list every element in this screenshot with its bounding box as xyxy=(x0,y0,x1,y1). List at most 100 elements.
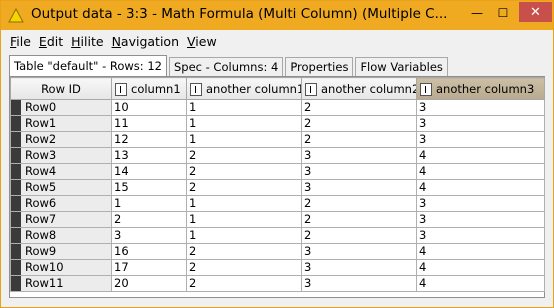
header-another-column3[interactable]: another column3 xyxy=(416,77,545,100)
table-cell: 2 xyxy=(186,275,302,292)
close-button[interactable]: ✕ xyxy=(519,2,552,22)
row-id-cell: Row7 xyxy=(10,211,112,228)
table-cell: 2 xyxy=(111,211,187,228)
table-cell: 3 xyxy=(301,243,417,260)
table-cell: 2 xyxy=(301,115,417,132)
table-cell: 3 xyxy=(416,195,545,212)
row-id-cell: Row0 xyxy=(10,99,112,116)
table-cell: 3 xyxy=(301,275,417,292)
menu-edit[interactable]: Edit xyxy=(39,34,63,49)
row-marker xyxy=(11,276,21,291)
table-cell: 4 xyxy=(416,275,545,292)
table-cell: 3 xyxy=(301,259,417,276)
table-row[interactable]: Row10 17 2 3 4 xyxy=(10,259,545,276)
table-header-row: Row ID column1 another column1 another c… xyxy=(10,77,545,100)
header-another-column2[interactable]: another column2 xyxy=(301,77,417,100)
table-row[interactable]: Row4 14 2 3 4 xyxy=(10,163,545,180)
menu-file[interactable]: File xyxy=(10,34,31,49)
table-cell: 2 xyxy=(186,243,302,260)
data-table-panel[interactable]: Row ID column1 another column1 another c… xyxy=(9,76,545,298)
table-cell: 1 xyxy=(186,131,302,148)
maximize-button[interactable]: ☐ xyxy=(491,3,515,23)
row-id-cell: Row2 xyxy=(10,131,112,148)
header-row-id[interactable]: Row ID xyxy=(10,77,112,100)
row-marker xyxy=(11,100,21,115)
table-row[interactable]: Row2 12 1 2 3 xyxy=(10,131,545,148)
row-marker xyxy=(11,164,21,179)
table-cell: 3 xyxy=(416,99,545,116)
table-cell: 11 xyxy=(111,115,187,132)
table-cell: 1 xyxy=(186,195,302,212)
tab-flow-variables[interactable]: Flow Variables xyxy=(355,57,448,76)
row-marker xyxy=(11,148,21,163)
table-cell: 2 xyxy=(186,163,302,180)
integer-type-icon xyxy=(190,82,202,96)
menu-view[interactable]: View xyxy=(187,34,217,49)
table-cell: 1 xyxy=(111,195,187,212)
table-cell: 1 xyxy=(186,211,302,228)
table-cell: 3 xyxy=(111,227,187,244)
table-row[interactable]: Row9 16 2 3 4 xyxy=(10,243,545,260)
table-cell: 13 xyxy=(111,147,187,164)
row-marker xyxy=(11,180,21,195)
row-id-cell: Row5 xyxy=(10,179,112,196)
row-marker xyxy=(11,116,21,131)
menu-bar: File Edit Hilite Navigation View xyxy=(1,32,553,51)
row-id-cell: Row3 xyxy=(10,147,112,164)
table-cell: 3 xyxy=(301,179,417,196)
table-cell: 15 xyxy=(111,179,187,196)
table-cell: 2 xyxy=(301,99,417,116)
table-cell: 10 xyxy=(111,99,187,116)
row-marker xyxy=(11,244,21,259)
table-cell: 1 xyxy=(186,99,302,116)
table-cell: 4 xyxy=(416,179,545,196)
row-id-cell: Row1 xyxy=(10,115,112,132)
header-another-column1[interactable]: another column1 xyxy=(186,77,302,100)
table-row[interactable]: Row1 11 1 2 3 xyxy=(10,115,545,132)
table-row[interactable]: Row8 3 1 2 3 xyxy=(10,227,545,244)
integer-type-icon xyxy=(420,82,432,96)
row-marker xyxy=(11,212,21,227)
menu-navigation[interactable]: Navigation xyxy=(112,34,179,49)
row-id-cell: Row10 xyxy=(10,259,112,276)
header-column1[interactable]: column1 xyxy=(111,77,187,100)
table-cell: 2 xyxy=(186,147,302,164)
table-cell: 3 xyxy=(301,147,417,164)
table-cell: 4 xyxy=(416,147,545,164)
window-title: Output data - 3:3 - Math Formula (Multi … xyxy=(31,6,448,22)
row-id-cell: Row9 xyxy=(10,243,112,260)
table-cell: 4 xyxy=(416,243,545,260)
table-cell: 14 xyxy=(111,163,187,180)
tab-spec[interactable]: Spec - Columns: 4 xyxy=(168,57,284,76)
table-cell: 12 xyxy=(111,131,187,148)
table-cell: 3 xyxy=(416,131,545,148)
table-cell: 20 xyxy=(111,275,187,292)
table-cell: 1 xyxy=(186,227,302,244)
table-row[interactable]: Row5 15 2 3 4 xyxy=(10,179,545,196)
integer-type-icon xyxy=(305,82,317,96)
tab-table-default[interactable]: Table "default" - Rows: 12 xyxy=(9,55,167,76)
table-cell: 2 xyxy=(301,211,417,228)
table-cell: 4 xyxy=(416,259,545,276)
title-bar[interactable]: Output data - 3:3 - Math Formula (Multi … xyxy=(1,1,553,30)
table-row[interactable]: Row0 10 1 2 3 xyxy=(10,99,545,116)
row-id-cell: Row6 xyxy=(10,195,112,212)
table-row[interactable]: Row3 13 2 3 4 xyxy=(10,147,545,164)
knime-app-icon xyxy=(8,8,24,23)
table-cell: 3 xyxy=(416,115,545,132)
table-row[interactable]: Row7 2 1 2 3 xyxy=(10,211,545,228)
table-cell: 3 xyxy=(416,227,545,244)
row-marker xyxy=(11,260,21,275)
menu-hilite[interactable]: Hilite xyxy=(71,34,103,49)
table-cell: 3 xyxy=(416,211,545,228)
table-cell: 2 xyxy=(301,131,417,148)
table-cell: 2 xyxy=(301,227,417,244)
tab-properties[interactable]: Properties xyxy=(285,57,354,76)
row-id-cell: Row8 xyxy=(10,227,112,244)
minimize-button[interactable]: — xyxy=(465,3,489,23)
table-row[interactable]: Row6 1 1 2 3 xyxy=(10,195,545,212)
table-row[interactable]: Row11 20 2 3 4 xyxy=(10,275,545,292)
row-id-cell: Row4 xyxy=(10,163,112,180)
table-cell: 1 xyxy=(186,115,302,132)
row-id-cell: Row11 xyxy=(10,275,112,292)
